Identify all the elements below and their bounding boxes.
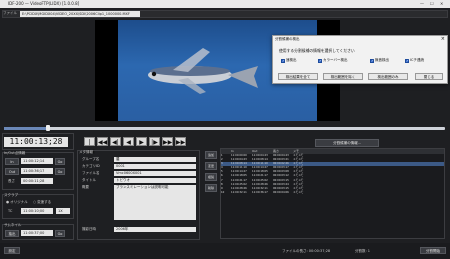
- path-label: ファイル: [3, 11, 17, 15]
- check-label: ICチ連続: [410, 58, 424, 62]
- speed-select[interactable]: 1X: [56, 208, 70, 214]
- in-point-field[interactable]: 11:00:12;14: [21, 158, 53, 164]
- fast-forward-button[interactable]: ▶▶: [162, 137, 173, 146]
- meta-title: メタ情報: [79, 150, 93, 154]
- meta-value[interactable]: トビウオ: [114, 178, 196, 183]
- path-field[interactable]: E:\PCIDX\MGIDX04\VIDEO_20XX\SDI\2006Clip…: [20, 11, 140, 17]
- current-timecode: 11:00:13;28: [4, 137, 68, 147]
- skip-end-button[interactable]: ▶▶|: [175, 137, 187, 146]
- check-label: 無音検出: [375, 58, 389, 62]
- out-point-field[interactable]: 11:00:36;17: [21, 168, 53, 174]
- add-button[interactable]: 追加: [205, 151, 217, 159]
- skip-start-button[interactable]: |◀◀: [84, 137, 95, 155]
- dialog-close-button[interactable]: 閉じる: [415, 73, 443, 80]
- meta-label: グループ名: [82, 157, 100, 161]
- check-continuous[interactable]: ✓ ICチ連続: [405, 58, 424, 63]
- radio-variable[interactable]: ○ 変速する: [33, 200, 51, 205]
- table-body: 1 11:00:00:00 11:00:04:23 00:00:04:23 メモメモ 2 1…: [221, 154, 444, 195]
- meta-label: 概要: [82, 185, 89, 189]
- scrub-tc-field[interactable]: 11:00:10;00: [21, 208, 53, 214]
- title-bar: IDF-200 — VideoFTP(LIDX) [1.0.0.8] — ☐ ✕: [0, 0, 450, 8]
- checkbox-checked-icon: ✓: [318, 58, 322, 63]
- step-back-button[interactable]: ◀|: [110, 137, 121, 146]
- change-button[interactable]: 変更: [205, 162, 217, 170]
- checkbox-checked-icon: ✓: [281, 58, 285, 63]
- table-cell: 10: [221, 190, 225, 194]
- meta-label: カテゴリID: [82, 164, 100, 168]
- set-out-button[interactable]: Out: [5, 168, 19, 175]
- duplicate-button[interactable]: 複製: [205, 173, 217, 181]
- radio-original-label: オリジナル: [10, 200, 28, 204]
- step-forward-button[interactable]: |▶: [149, 137, 160, 146]
- go-thumbnail-button[interactable]: Go: [55, 230, 65, 237]
- meta-value[interactable]: 2006年: [114, 227, 196, 232]
- meta-label: 撮影日時: [82, 227, 96, 231]
- timeline-bar[interactable]: [4, 127, 445, 130]
- check-colorbar[interactable]: ✓ カラーバー検出: [318, 58, 347, 63]
- radio-original[interactable]: ● オリジナル: [6, 200, 28, 205]
- duration-field: 00:00:11;28: [21, 178, 53, 184]
- meta-label: ファイル名: [82, 171, 100, 175]
- thumbnail-title: サムネイル: [4, 223, 22, 227]
- start-split-button[interactable]: 分割開始: [420, 247, 446, 254]
- segment-table[interactable]: In Out 長さ メモ 1 11:00:00:00 11:00:04:23 00:0…: [220, 148, 445, 239]
- table-cell: 11:00:32:11: [231, 190, 247, 194]
- status-bar: [0, 243, 450, 259]
- thumbnail-tc-field[interactable]: 11:00:37;00: [21, 230, 53, 236]
- file-length-label: ファイルの長さ: 00:00:37;28: [282, 249, 331, 253]
- detect-exclude-button[interactable]: 検出範囲を除く: [323, 73, 363, 80]
- dialog-message: 使用する分割候補の情報を選択してください: [279, 48, 355, 53]
- meta-value[interactable]: 0001: [114, 164, 196, 169]
- detect-only-button[interactable]: 検出範囲のみ: [368, 73, 408, 80]
- radio-variable-label: 変速する: [37, 200, 52, 204]
- table-cell: メモメモ: [293, 190, 304, 194]
- detect-all-button[interactable]: 検出結果を全て: [278, 73, 318, 80]
- checkbox-checked-icon: ✓: [405, 58, 409, 63]
- table-row[interactable]: 10 11:00:32:11 11:00:36:17 00:00:04:06 メモメモ: [221, 191, 444, 195]
- maximize-icon[interactable]: ☐: [430, 1, 434, 6]
- play-button[interactable]: ▶: [136, 137, 147, 146]
- check-label: 速検出: [286, 58, 297, 62]
- go-in-button[interactable]: Go: [55, 158, 65, 165]
- meta-value[interactable]: 農: [114, 157, 196, 162]
- rewind-button[interactable]: ◀◀: [97, 137, 108, 146]
- duration-label: 長さ: [8, 179, 15, 183]
- meta-label: タイトル: [82, 178, 96, 182]
- extract-button[interactable]: 抽出: [5, 230, 19, 237]
- meta-value[interactable]: Vmc0600X001: [114, 171, 196, 176]
- detect-dialog: 分割候補の検出 × 使用する分割候補の情報を選択してください ✓ 速検出 ✓ カラー…: [272, 35, 448, 84]
- dialog-close-icon[interactable]: ×: [441, 36, 445, 42]
- checkbox-checked-icon: ✓: [370, 58, 374, 63]
- dialog-title: 分割候補の検出: [275, 37, 300, 41]
- set-in-button[interactable]: In: [5, 158, 19, 165]
- settings-button[interactable]: 設定: [4, 247, 20, 254]
- segment-info-button[interactable]: 分割候補の情報...: [315, 139, 379, 147]
- timeline-handle[interactable]: [46, 125, 50, 131]
- split-count-label: 分割数: 1: [355, 249, 371, 253]
- table-cell: 11:00:36:17: [252, 190, 268, 194]
- go-out-button[interactable]: Go: [55, 168, 65, 175]
- timeline-progress: [4, 127, 48, 130]
- close-icon[interactable]: ✕: [440, 1, 443, 6]
- window-title: IDF-200 — VideoFTP(LIDX) [1.0.0.8]: [8, 1, 80, 6]
- scrub-title: スクラブ: [4, 193, 18, 197]
- inout-title: In/Out点情報: [4, 151, 26, 155]
- check-scene[interactable]: ✓ 速検出: [281, 58, 297, 63]
- scrub-tc-label: TC: [8, 209, 13, 213]
- minimize-icon[interactable]: —: [420, 1, 424, 6]
- table-cell: 00:00:04:06: [273, 190, 289, 194]
- check-label: カラーバー検出: [323, 58, 348, 62]
- meta-summary-field[interactable]: ブランスミレーションは説明可能: [114, 185, 196, 220]
- check-silence[interactable]: ✓ 無音検出: [370, 58, 389, 63]
- delete-button[interactable]: 削除: [205, 184, 217, 192]
- reverse-play-button[interactable]: ◀: [123, 137, 134, 146]
